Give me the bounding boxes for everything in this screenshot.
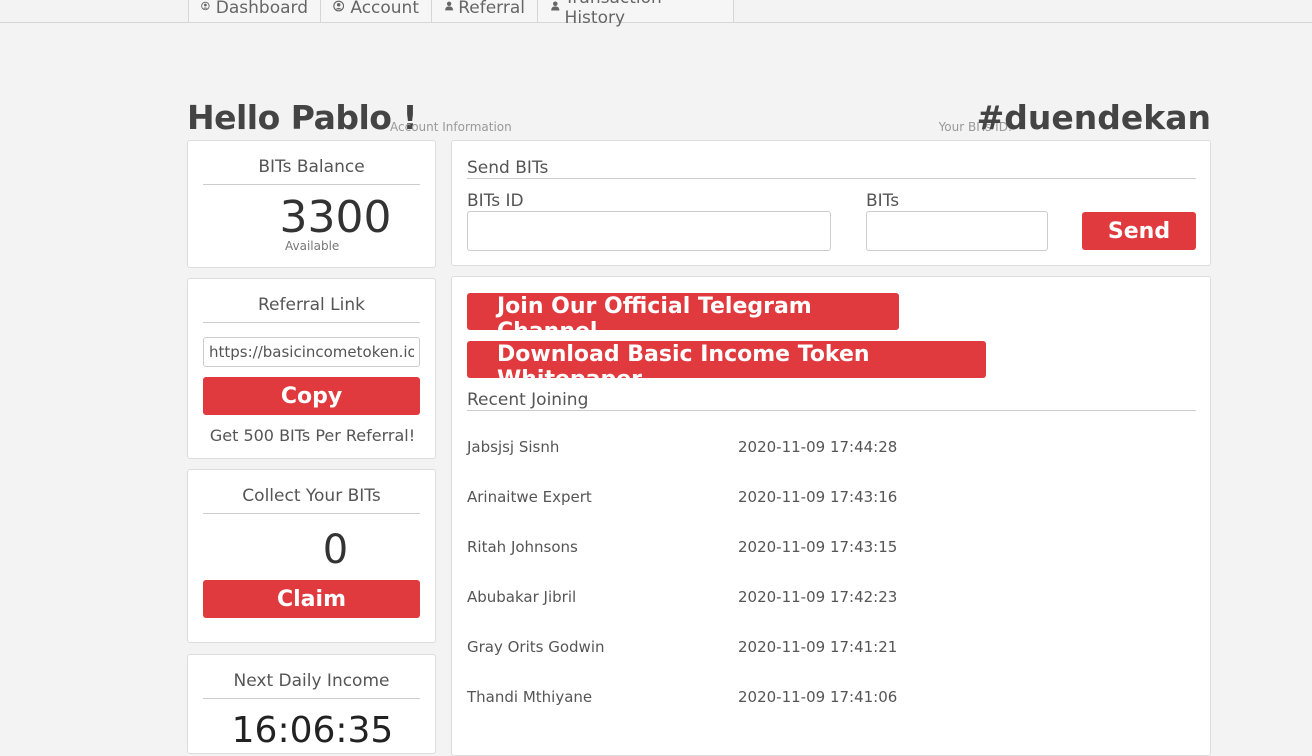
tab-account[interactable]: Account (320, 0, 432, 22)
balance-card-title: BITs Balance (258, 157, 365, 177)
referral-note: Get 500 BITs Per Referral! (209, 426, 416, 445)
balance-value: 3300 (279, 192, 392, 243)
list-item: Thandi Mthiyane 2020-11-09 17:41:06 (467, 688, 1267, 706)
user-circle-icon (201, 1, 210, 11)
member-name: Abubakar Jibril (467, 588, 577, 606)
next-income-card: Next Daily Income 16:06:35 (187, 654, 436, 754)
tab-referral[interactable]: Referral (431, 0, 538, 22)
copy-button[interactable]: Copy (203, 377, 420, 415)
divider (203, 698, 420, 699)
join-date: 2020-11-09 17:42:23 (738, 588, 898, 606)
bits-amount-field-label: BITs (866, 191, 900, 211)
join-date: 2020-11-09 17:43:15 (738, 538, 898, 556)
send-card: Send BITs BITs ID BITs Send (451, 140, 1211, 266)
list-item: Ritah Johnsons 2020-11-09 17:43:15 (467, 538, 1267, 556)
join-date: 2020-11-09 17:41:21 (738, 638, 898, 656)
join-date: 2020-11-09 17:41:06 (738, 688, 898, 706)
member-name: Ritah Johnsons (467, 538, 578, 556)
tab-account-label: Account (350, 0, 419, 18)
list-item: Abubakar Jibril 2020-11-09 17:42:23 (467, 588, 1267, 606)
send-button[interactable]: Send (1082, 212, 1196, 250)
bits-id-value: #duendekan (976, 98, 1211, 137)
whitepaper-download-button[interactable]: Download Basic Income Token Whitepaper (467, 341, 986, 392)
member-name: Thandi Mthiyane (467, 688, 593, 706)
recent-joining-title: Recent Joining (467, 390, 589, 410)
list-item: Jabsjsj Sisnh 2020-11-09 17:44:28 (467, 438, 1267, 456)
telegram-channel-button[interactable]: Join Our Official Telegram Channel (467, 293, 899, 344)
list-item: Arinaitwe Expert 2020-11-09 17:43:16 (467, 488, 1267, 506)
user-icon (551, 1, 560, 11)
tab-dashboard-label: Dashboard (215, 0, 308, 18)
join-date: 2020-11-09 17:43:16 (738, 488, 898, 506)
divider (203, 184, 420, 185)
top-nav: Dashboard Account Referral Transaction H… (0, 0, 1312, 28)
bits-id-input[interactable] (467, 211, 831, 251)
referral-card: Referral Link Copy Get 500 BITs Per Refe… (187, 278, 436, 459)
collect-card: Collect Your BITs 0 Claim (187, 469, 436, 643)
tab-dashboard[interactable]: Dashboard (188, 0, 321, 22)
tab-referral-label: Referral (458, 0, 525, 18)
tab-transaction-history[interactable]: Transaction History (537, 0, 734, 28)
bits-amount-input[interactable] (866, 211, 1048, 251)
send-card-title: Send BITs (467, 158, 549, 178)
balance-caption: Available (285, 239, 340, 253)
referral-card-title: Referral Link (258, 295, 365, 315)
member-name: Arinaitwe Expert (467, 488, 592, 506)
balance-card: BITs Balance 3300 Available (187, 140, 436, 268)
member-name: Gray Orits Godwin (467, 638, 605, 656)
greeting: Hello Pablo ! (187, 98, 418, 137)
user-icon (445, 1, 454, 11)
collect-card-title: Collect Your BITs (242, 486, 381, 506)
referral-link-input[interactable] (203, 337, 420, 367)
collect-value: 0 (322, 527, 349, 573)
member-name: Jabsjsj Sisnh (467, 438, 560, 456)
info-card: Join Our Official Telegram Channel Downl… (451, 276, 1211, 756)
bits-id-field-label: BITs ID (467, 191, 524, 211)
divider (203, 513, 420, 514)
account-information-subtitle: Account Information (390, 120, 512, 134)
tab-transaction-history-label: Transaction History (564, 0, 662, 28)
claim-button[interactable]: Claim (203, 580, 420, 618)
divider (203, 322, 420, 323)
list-item: Gray Orits Godwin 2020-11-09 17:41:21 (467, 638, 1267, 656)
divider (467, 410, 1196, 411)
next-income-card-title: Next Daily Income (233, 671, 390, 691)
divider (467, 178, 1196, 179)
next-income-countdown: 16:06:35 (231, 710, 394, 751)
join-date: 2020-11-09 17:44:28 (738, 438, 898, 456)
user-circle-icon (333, 0, 345, 12)
